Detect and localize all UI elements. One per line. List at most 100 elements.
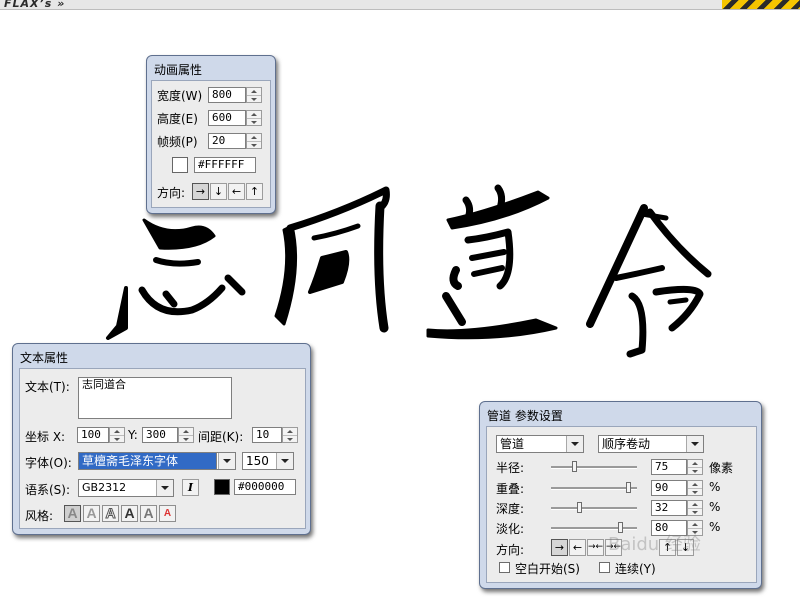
style-emboss-icon[interactable]: A: [64, 505, 81, 522]
app-top-strip: FLAX’s »: [0, 0, 800, 10]
text-color-swatch[interactable]: [214, 479, 230, 495]
font-family-value: 草檀斋毛泽东字体: [82, 454, 179, 468]
overlap-spinner[interactable]: [687, 480, 703, 496]
fps-spinner[interactable]: [246, 133, 262, 149]
glyph-he: [586, 204, 712, 358]
radius-spinner[interactable]: [687, 459, 703, 475]
width-label: 宽度(W): [157, 89, 203, 103]
spacing-label: 间距(K):: [198, 430, 244, 444]
x-spinner[interactable]: [109, 427, 125, 443]
language-select[interactable]: GB2312: [78, 479, 174, 497]
italic-button[interactable]: I: [182, 479, 199, 496]
pipe-mode-select[interactable]: 顺序卷动: [598, 435, 704, 453]
font-label: 字体(O):: [25, 456, 72, 470]
background-color-swatch[interactable]: [172, 157, 188, 173]
pipe-direction-inward-button[interactable]: →←: [587, 539, 604, 556]
site-watermark: Baidu 经验: [608, 534, 701, 555]
direction-label: 方向:: [496, 543, 525, 557]
text-properties-panel[interactable]: 文本属性 文本(T): 志同道合 坐标 X: 100 Y: 300 间距(K):…: [12, 343, 311, 535]
fade-unit: %: [709, 520, 721, 534]
depth-input[interactable]: 32: [651, 500, 687, 516]
panel-title: 文本属性: [20, 351, 69, 365]
width-input[interactable]: 800: [208, 87, 246, 103]
font-size-select[interactable]: 150: [242, 452, 294, 470]
spacing-input[interactable]: 10: [252, 427, 282, 443]
font-family-dropdown[interactable]: [216, 452, 236, 470]
overlap-label: 重叠:: [496, 482, 525, 496]
radius-slider-thumb[interactable]: [572, 461, 578, 472]
fps-input[interactable]: 20: [208, 133, 246, 149]
chevron-down-icon: [276, 453, 293, 469]
style-shadow-icon[interactable]: A: [83, 505, 100, 522]
style-label: 风格:: [25, 509, 54, 523]
overlap-slider-track[interactable]: [551, 487, 637, 490]
depth-slider-track[interactable]: [551, 507, 637, 510]
radius-unit: 像素: [709, 461, 734, 475]
overlap-slider-thumb[interactable]: [626, 482, 632, 493]
app-logo: FLAX’s »: [4, 0, 66, 10]
continuous-label: 连续(Y): [615, 562, 656, 576]
height-spinner[interactable]: [246, 110, 262, 126]
language-value: GB2312: [82, 481, 127, 494]
text-color-input[interactable]: #000000: [234, 479, 296, 495]
radius-input[interactable]: 75: [651, 459, 687, 475]
x-input[interactable]: 100: [77, 427, 109, 443]
style-outline-icon[interactable]: A: [102, 505, 119, 522]
direction-right-button[interactable]: →: [192, 183, 209, 200]
chevron-down-icon: [686, 436, 703, 452]
depth-slider-thumb[interactable]: [576, 502, 582, 513]
depth-unit: %: [709, 500, 721, 514]
pipe-direction-left-button[interactable]: ←: [569, 539, 586, 556]
text-label: 文本(T):: [25, 380, 70, 394]
font-family-select[interactable]: 草檀斋毛泽东字体: [78, 452, 232, 470]
pipe-type-select[interactable]: 管道: [496, 435, 584, 453]
direction-label: 方向:: [157, 186, 186, 200]
glyph-dao: [426, 184, 558, 340]
radius-label: 半径:: [496, 461, 525, 475]
radius-slider-track[interactable]: [551, 466, 637, 469]
pipe-mode-value: 顺序卷动: [602, 437, 651, 451]
coordinate-label: 坐标 X:: [25, 430, 66, 444]
continuous-checkbox[interactable]: [599, 562, 610, 573]
background-color-input[interactable]: #FFFFFF: [194, 157, 256, 173]
text-content-textarea[interactable]: 志同道合: [78, 377, 232, 419]
style-gradient-icon[interactable]: A: [140, 505, 157, 522]
panel-body: 宽度(W) 800 高度(E) 600 帧频(P) 20 #FFFFFF 方向:…: [151, 80, 271, 208]
panel-title: 动画属性: [154, 63, 203, 77]
animation-properties-panel[interactable]: 动画属性 宽度(W) 800 高度(E) 600 帧频(P) 20 #FFFFF…: [146, 55, 276, 214]
depth-spinner[interactable]: [687, 500, 703, 516]
pipe-parameters-panel[interactable]: 管道 参数设置 管道 顺序卷动 半径: 75 像素 重叠: 90 % 深度: 3…: [479, 401, 762, 589]
chevron-down-icon: [218, 453, 235, 469]
glyph-zhi: [106, 218, 246, 340]
pipe-direction-right-button[interactable]: →: [551, 539, 568, 556]
chevron-down-icon: [156, 480, 173, 496]
fps-label: 帧频(P): [157, 135, 198, 149]
blank-start-checkbox[interactable]: [499, 562, 510, 573]
overlap-input[interactable]: 90: [651, 480, 687, 496]
style-color-icon[interactable]: A: [159, 505, 176, 522]
panel-body: 管道 顺序卷动 半径: 75 像素 重叠: 90 % 深度: 32 % 淡化: …: [486, 426, 757, 583]
width-spinner[interactable]: [246, 87, 262, 103]
panel-title: 管道 参数设置: [487, 409, 563, 423]
depth-label: 深度:: [496, 502, 525, 516]
y-input[interactable]: 300: [142, 427, 178, 443]
panel-body: 文本(T): 志同道合 坐标 X: 100 Y: 300 间距(K): 10 字…: [19, 368, 306, 529]
style-bold-icon[interactable]: A: [121, 505, 138, 522]
overlap-unit: %: [709, 480, 721, 494]
fade-label: 淡化:: [496, 522, 525, 536]
height-label: 高度(E): [157, 112, 198, 126]
spacing-spinner[interactable]: [282, 427, 298, 443]
pipe-type-value: 管道: [500, 437, 525, 451]
direction-left-button[interactable]: ←: [228, 183, 245, 200]
direction-up-button[interactable]: ↑: [246, 183, 263, 200]
height-input[interactable]: 600: [208, 110, 246, 126]
logo-accent-stripes: [722, 0, 800, 9]
blank-start-label: 空白开始(S): [515, 562, 580, 576]
font-size-value: 150: [246, 454, 269, 468]
chevron-down-icon: [566, 436, 583, 452]
language-label: 语系(S):: [25, 483, 71, 497]
y-label: Y:: [128, 428, 138, 442]
direction-down-button[interactable]: ↓: [210, 183, 227, 200]
glyph-tong: [274, 186, 390, 333]
y-spinner[interactable]: [178, 427, 194, 443]
